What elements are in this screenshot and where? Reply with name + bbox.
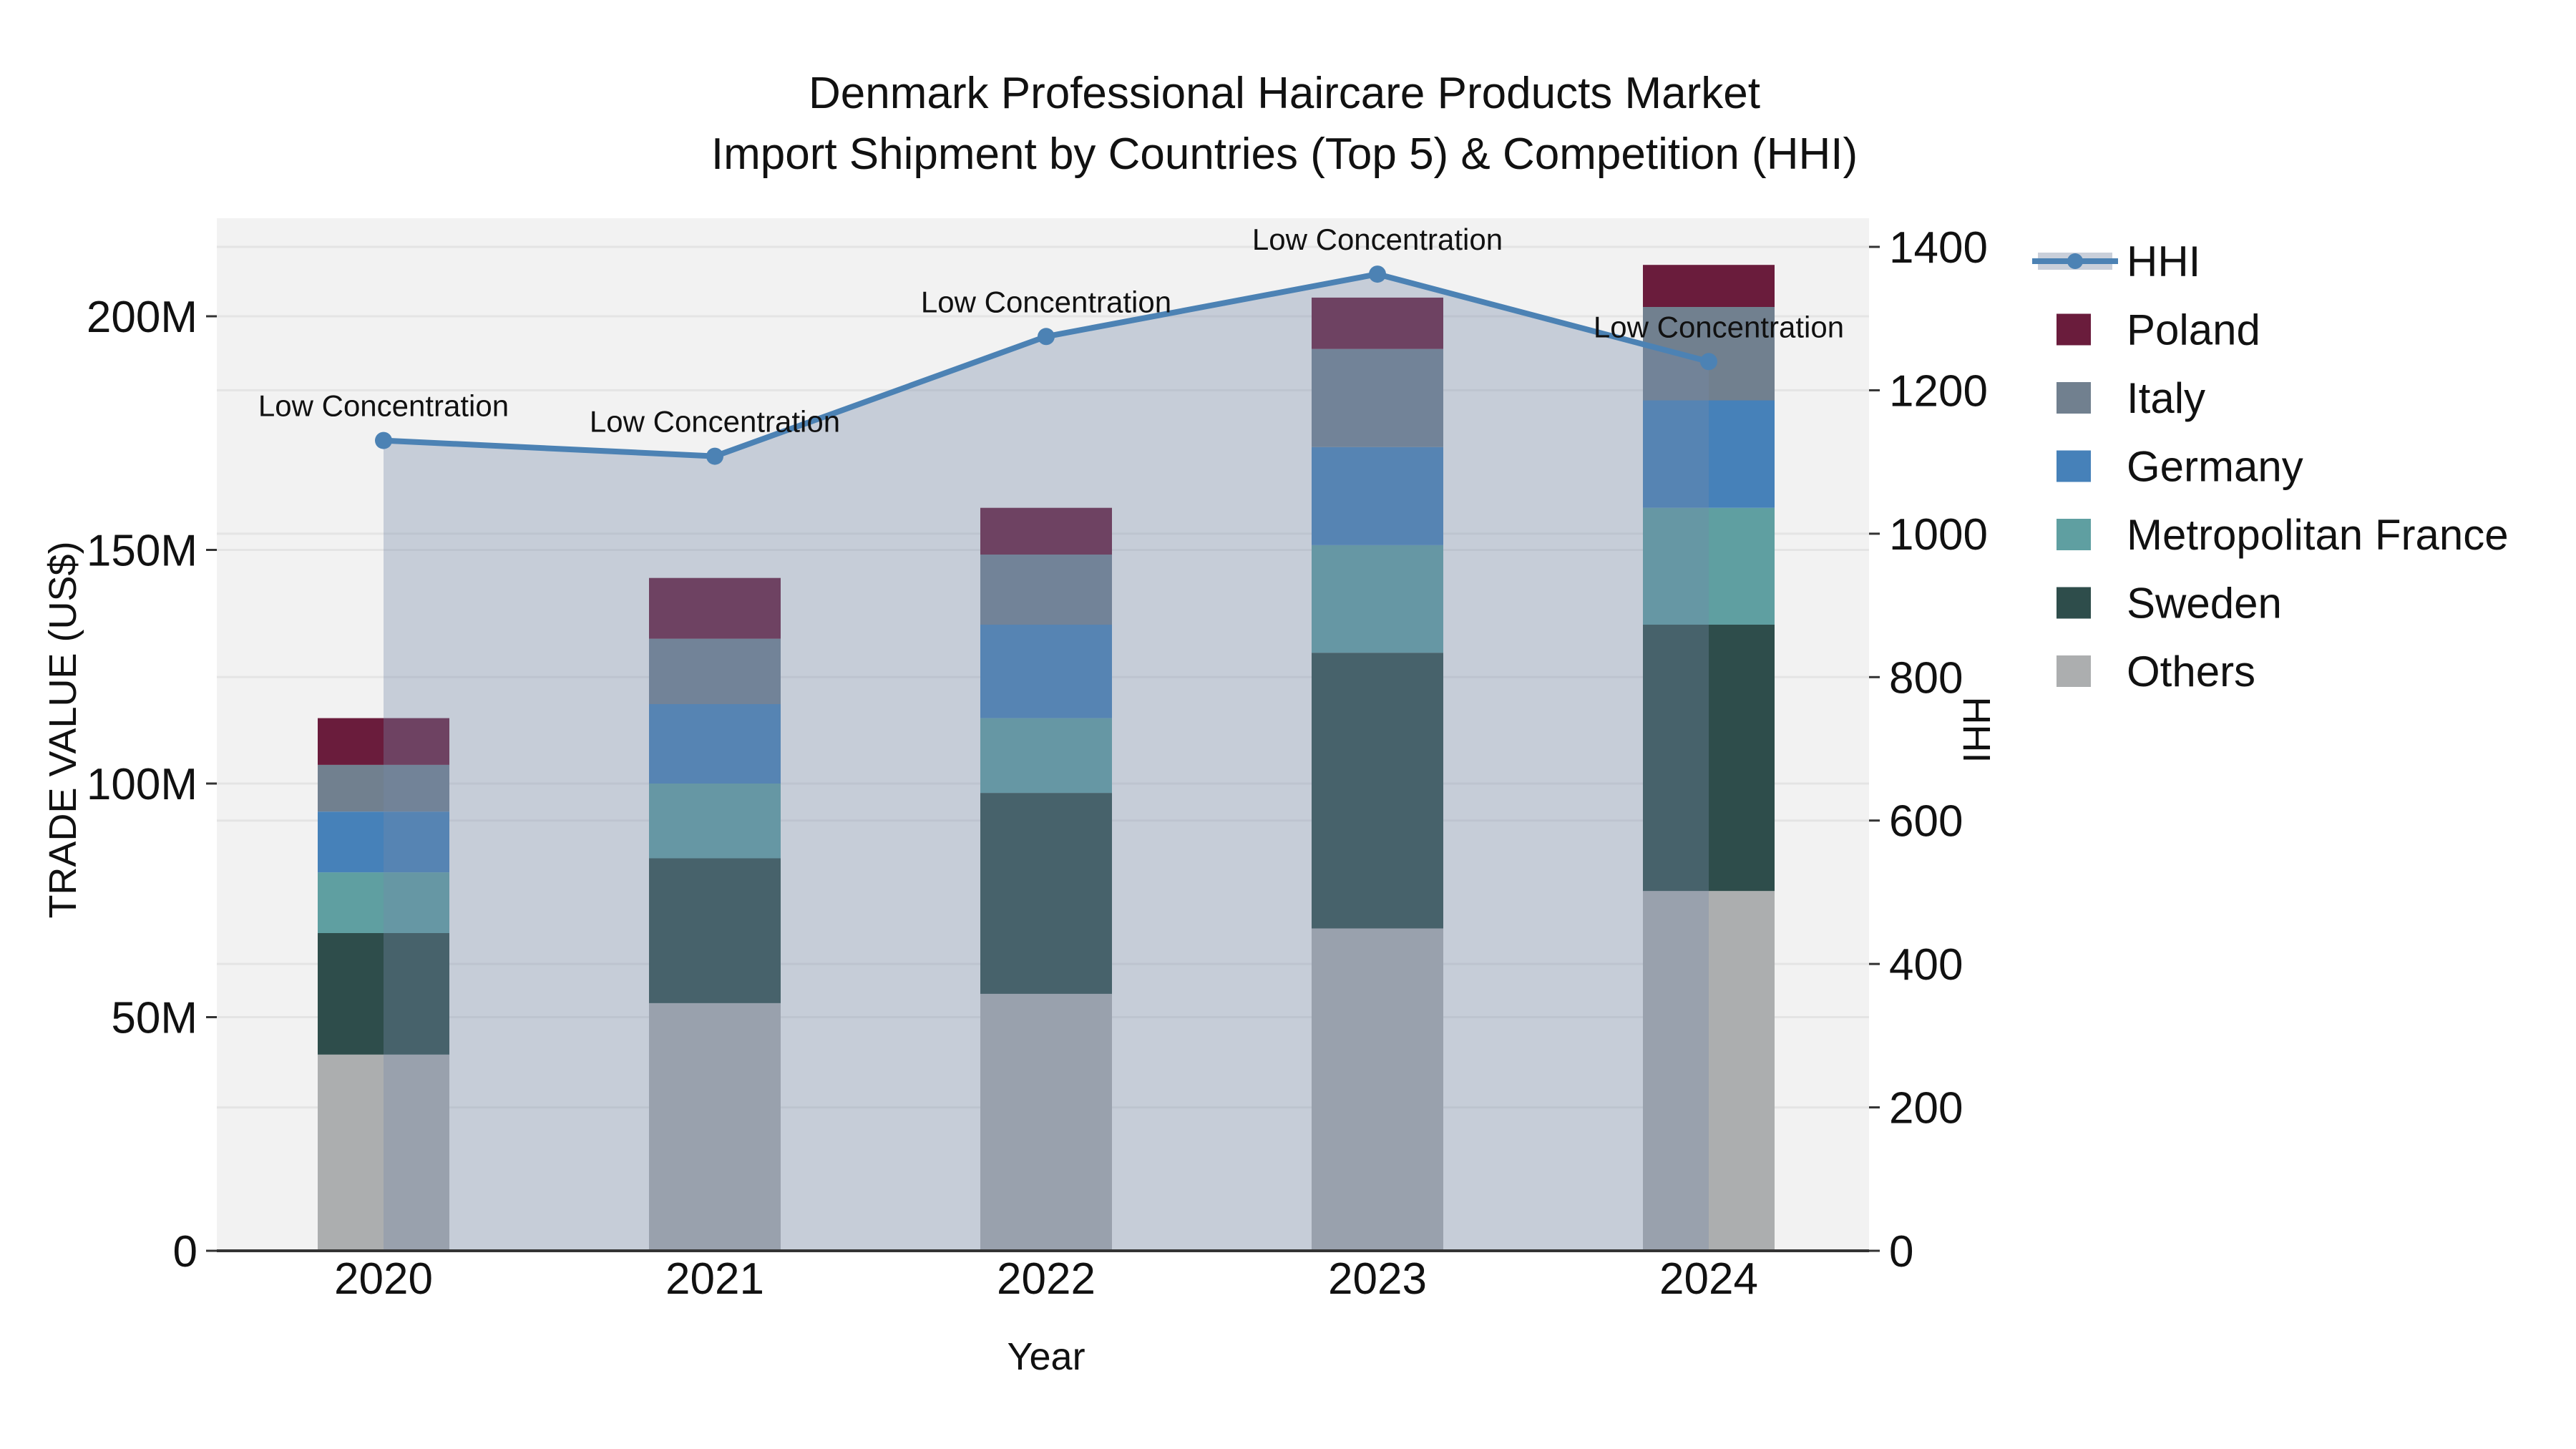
y-right-tick-label: 0 [1889,1227,1913,1277]
x-tick-label-2021: 2021 [665,1254,764,1304]
chart-canvas: Low Concentration Low Concentration Low Co… [0,0,2576,1449]
y-axis-label-left: TRADE VALUE (US$) [42,541,84,919]
chart-title-line1: Denmark Professional Haircare Products M… [808,69,1761,118]
legend-label-others: Others [2127,648,2255,696]
hhi-point-2024 [1700,353,1717,371]
x-tick-label-2023: 2023 [1328,1254,1427,1304]
hhi-point-2022 [1038,328,1055,346]
y-axis-label-right: HHI [1955,696,1998,763]
y-left-tick-label: 150M [87,527,197,576]
legend-label-italy: Italy [2127,374,2205,422]
hhi-point-2020 [375,431,392,449]
y-left-tick-label: 0 [173,1227,197,1277]
y-right-tick-label: 1200 [1889,366,1988,416]
x-tick-label-2022: 2022 [997,1254,1096,1304]
legend-label-metropolitan-france: Metropolitan France [2127,511,2509,559]
bar-segment-poland-2024 [1643,265,1775,307]
y-right-tick-label: 1000 [1889,510,1988,560]
legend-label-sweden: Sweden [2127,580,2282,628]
annotation-label-2021: Low Concentration [590,405,840,439]
legend-swatch-others [2057,655,2091,687]
x-tick-label-2020: 2020 [334,1254,433,1304]
annotation-label-2024: Low Concentration [1594,310,1844,343]
annotation-label-2023: Low Concentration [1252,223,1503,256]
legend-swatch-poland [2057,313,2091,346]
y-right-tick-label: 1400 [1889,223,1988,273]
legend-swatch-germany [2057,450,2091,482]
x-axis-label: Year [1007,1335,1085,1378]
legend-label-poland: Poland [2127,306,2260,354]
chart-title-line2: Import Shipment by Countries (Top 5) & C… [711,130,1858,179]
y-right-tick-label: 600 [1889,797,1963,847]
hhi-point-2023 [1369,265,1386,283]
legend-swatch-metropolitan-france [2057,519,2091,550]
legend-item-hhi [2032,253,2118,270]
legend-label-hhi: HHI [2127,238,2200,286]
chart-plot: Low Concentration Low Concentration Low Co… [87,218,2509,1304]
annotation-label-2020: Low Concentration [258,389,509,423]
y-right-tick-label: 400 [1889,940,1963,990]
x-tick-label-2024: 2024 [1659,1254,1758,1304]
y-left-tick-label: 100M [87,760,197,809]
y-right-tick-label: 200 [1889,1084,1963,1133]
legend-swatch-sweden [2057,587,2091,619]
legend-label-germany: Germany [2127,443,2303,491]
legend-hhi-marker [2067,253,2083,269]
legend-swatch-italy [2057,382,2091,414]
y-left-tick-label: 200M [87,293,197,342]
y-left-tick-label: 50M [111,994,197,1043]
chart-title: Denmark Professional Haircare Products M… [711,63,1858,185]
y-right-tick-label: 800 [1889,653,1963,703]
hhi-point-2021 [706,447,723,465]
annotation-label-2022: Low Concentration [921,285,1171,318]
